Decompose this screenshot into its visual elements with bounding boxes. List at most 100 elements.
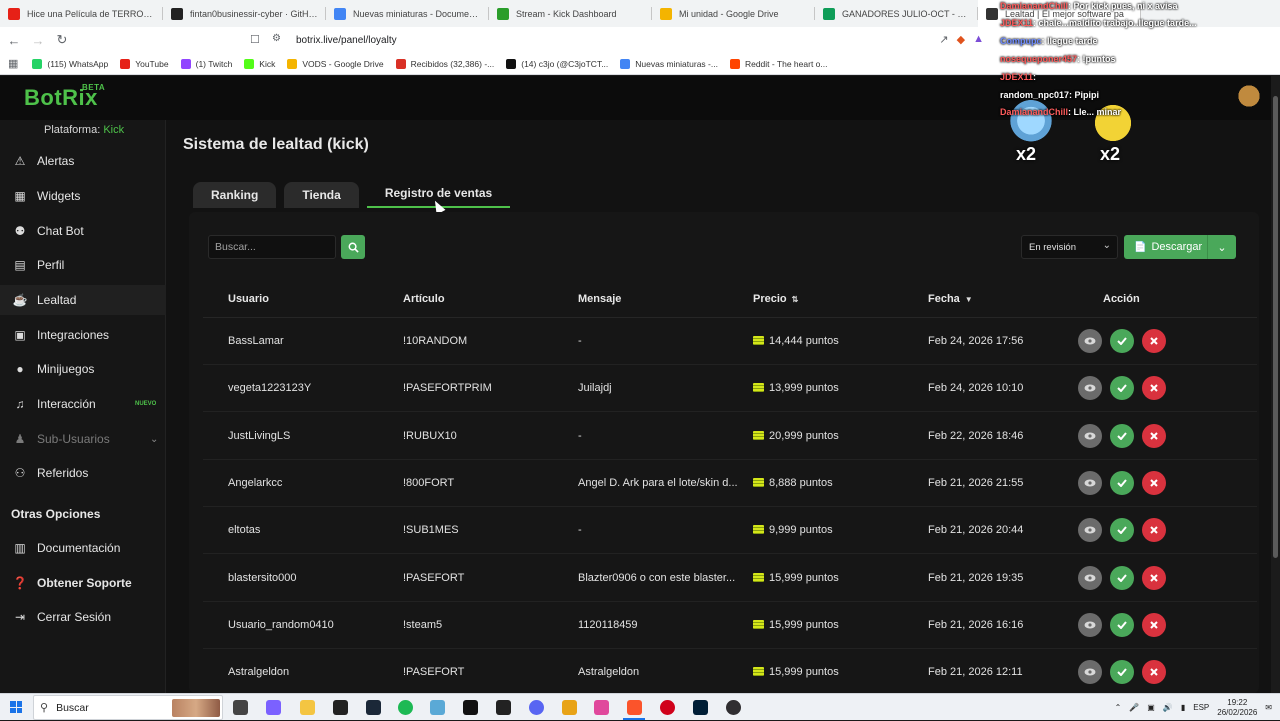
brave-shield-icon[interactable]: ◆ <box>957 33 965 46</box>
view-button[interactable] <box>1078 612 1102 637</box>
view-button[interactable] <box>1078 423 1102 448</box>
tab-tienda[interactable]: Tienda <box>284 182 359 208</box>
reject-button[interactable] <box>1142 565 1166 590</box>
sidebar-item-interacci-n[interactable]: ♫ Interacción NUEVO <box>0 389 166 419</box>
sidebar-item-widgets[interactable]: ▦ Widgets <box>0 181 166 211</box>
sidebar-item-sub-usuarios[interactable]: ♟ Sub-Usuarios ⌄ <box>0 424 166 454</box>
approve-button[interactable] <box>1110 423 1134 448</box>
download-button[interactable]: 📄 Descargar <box>1124 235 1208 259</box>
view-button[interactable] <box>1078 376 1102 401</box>
brave-rewards-icon[interactable]: ▲ <box>973 33 984 46</box>
browser-tab[interactable]: Hice una Película de TERROR de $1 <box>0 0 163 27</box>
volume-icon[interactable]: 🔊 <box>1163 703 1173 712</box>
bookmark-item[interactable]: Kick <box>244 58 275 69</box>
sidebar-item-obtener-soporte[interactable]: ❓ Obtener Soporte <box>0 568 166 598</box>
bookmark-star-icon[interactable]: ☐ <box>250 33 260 46</box>
view-button[interactable] <box>1078 660 1102 685</box>
sort-icon[interactable]: ⇅ <box>792 295 799 304</box>
sidebar-item-alertas[interactable]: ⚠ Alertas <box>0 146 166 176</box>
reload-icon[interactable]: ↻ <box>52 30 72 50</box>
reject-button[interactable] <box>1142 518 1166 543</box>
microphone-icon[interactable]: 🎤 <box>1129 703 1139 712</box>
copilot-icon[interactable] <box>266 700 281 715</box>
apps-grid-icon[interactable]: ▦ <box>8 57 18 70</box>
sidebar-item-referidos[interactable]: ⚇ Referidos <box>0 458 166 488</box>
reject-button[interactable] <box>1142 470 1166 495</box>
app-icon[interactable] <box>430 700 445 715</box>
bookmark-item[interactable]: Recibidos (32,386) -... <box>395 58 494 69</box>
reject-button[interactable] <box>1142 612 1166 637</box>
column-header[interactable]: Precio ⇅ <box>753 293 798 305</box>
approve-button[interactable] <box>1110 470 1134 495</box>
browser-tab[interactable]: Stream - Kick Dashboard <box>489 0 652 27</box>
photoshop-icon[interactable] <box>693 700 708 715</box>
bookmark-item[interactable]: (14) c3jo (@C3joTCT... <box>506 58 608 69</box>
approve-button[interactable] <box>1110 376 1134 401</box>
sidebar-item-chat-bot[interactable]: ⚉ Chat Bot <box>0 216 166 246</box>
reject-button[interactable] <box>1142 660 1166 685</box>
reject-button[interactable] <box>1142 329 1166 353</box>
discord-icon[interactable] <box>529 700 544 715</box>
view-button[interactable] <box>1078 565 1102 590</box>
tab-ranking[interactable]: Ranking <box>193 182 277 208</box>
sidebar-item-minijuegos[interactable]: ● Minijuegos <box>0 354 166 384</box>
browser-tab[interactable]: GANADORES JULIO-OCT - Hojas de <box>815 0 978 27</box>
brave-icon[interactable] <box>627 700 642 715</box>
approve-button[interactable] <box>1110 518 1134 543</box>
battery-icon[interactable]: ▮ <box>1181 703 1185 712</box>
taskbar-search[interactable]: ⚲ Buscar <box>33 695 223 720</box>
search-button[interactable] <box>341 235 365 259</box>
clock[interactable]: 19:22 26/02/2026 <box>1217 698 1257 718</box>
sidebar-item-perfil[interactable]: ▤ Perfil <box>0 250 166 280</box>
bookmark-item[interactable]: VODS - Google Drive <box>287 58 384 69</box>
bookmark-item[interactable]: Reddit - The heart o... <box>729 58 827 69</box>
bookmark-item[interactable]: (115) WhatsApp <box>32 58 108 69</box>
approve-button[interactable] <box>1110 612 1134 637</box>
task-view-icon[interactable] <box>233 700 248 715</box>
forward-icon[interactable]: → <box>28 30 48 50</box>
scrollbar-thumb[interactable] <box>1273 96 1278 558</box>
app-icon[interactable] <box>594 700 609 715</box>
reject-button[interactable] <box>1142 376 1166 401</box>
file-explorer-icon[interactable] <box>300 700 315 715</box>
bookmark-item[interactable]: (1) Twitch <box>180 58 232 69</box>
approve-button[interactable] <box>1110 565 1134 590</box>
bookmark-item[interactable]: Nuevas miniaturas -... <box>620 58 718 69</box>
search-input[interactable] <box>208 235 336 259</box>
windows-start-icon[interactable] <box>10 701 22 713</box>
browser-tab[interactable]: fintan0businessir-cyber · GitHub <box>163 0 326 27</box>
sort-desc-icon[interactable]: ▼ <box>965 295 973 304</box>
tray-chevron-icon[interactable]: ⌃ <box>1115 703 1122 712</box>
reject-button[interactable] <box>1142 423 1166 448</box>
browser-tab[interactable]: Nuevas miniaturas - Documentos de <box>326 0 489 27</box>
spotify-icon[interactable] <box>398 700 413 715</box>
share-icon[interactable]: ↗ <box>939 33 948 46</box>
approve-button[interactable] <box>1110 660 1134 685</box>
sidebar-item-cerrar-sesi-n[interactable]: ⇥ Cerrar Sesión <box>0 602 166 632</box>
sidebar-item-documentaci-n[interactable]: ▥ Documentación <box>0 533 166 563</box>
address-bar[interactable]: ☐ ⚙ botrix.live/panel/loyalty ↗ ◆ ▲ <box>244 30 996 50</box>
status-filter-select[interactable]: En revisión ⌄ <box>1021 235 1118 259</box>
sidebar-item-integraciones[interactable]: ▣ Integraciones <box>0 320 166 350</box>
view-button[interactable] <box>1078 329 1102 353</box>
column-header[interactable]: Fecha ▼ <box>928 293 973 305</box>
chrome-icon[interactable] <box>562 700 577 715</box>
capcut-icon[interactable] <box>463 700 478 715</box>
language-indicator[interactable]: ESP <box>1193 703 1209 712</box>
page-scrollbar[interactable] <box>1271 76 1280 693</box>
notification-icon[interactable]: ✉ <box>1265 703 1272 712</box>
browser-tab[interactable]: Mi unidad - Google Drive <box>652 0 815 27</box>
bookmark-item[interactable]: YouTube <box>120 58 169 69</box>
opera-icon[interactable] <box>660 700 675 715</box>
approve-button[interactable] <box>1110 329 1134 353</box>
botrix-logo[interactable]: BotRix BETA <box>24 83 105 111</box>
network-icon[interactable]: ▣ <box>1147 703 1155 712</box>
view-button[interactable] <box>1078 470 1102 495</box>
obs-icon[interactable] <box>726 700 741 715</box>
back-icon[interactable]: ← <box>4 30 24 50</box>
view-button[interactable] <box>1078 518 1102 543</box>
sidebar-item-lealtad[interactable]: ☕ Lealtad <box>0 285 166 315</box>
steam-icon[interactable] <box>366 700 381 715</box>
app-icon[interactable] <box>496 700 511 715</box>
site-info-icon[interactable]: ⚙ <box>272 33 281 44</box>
